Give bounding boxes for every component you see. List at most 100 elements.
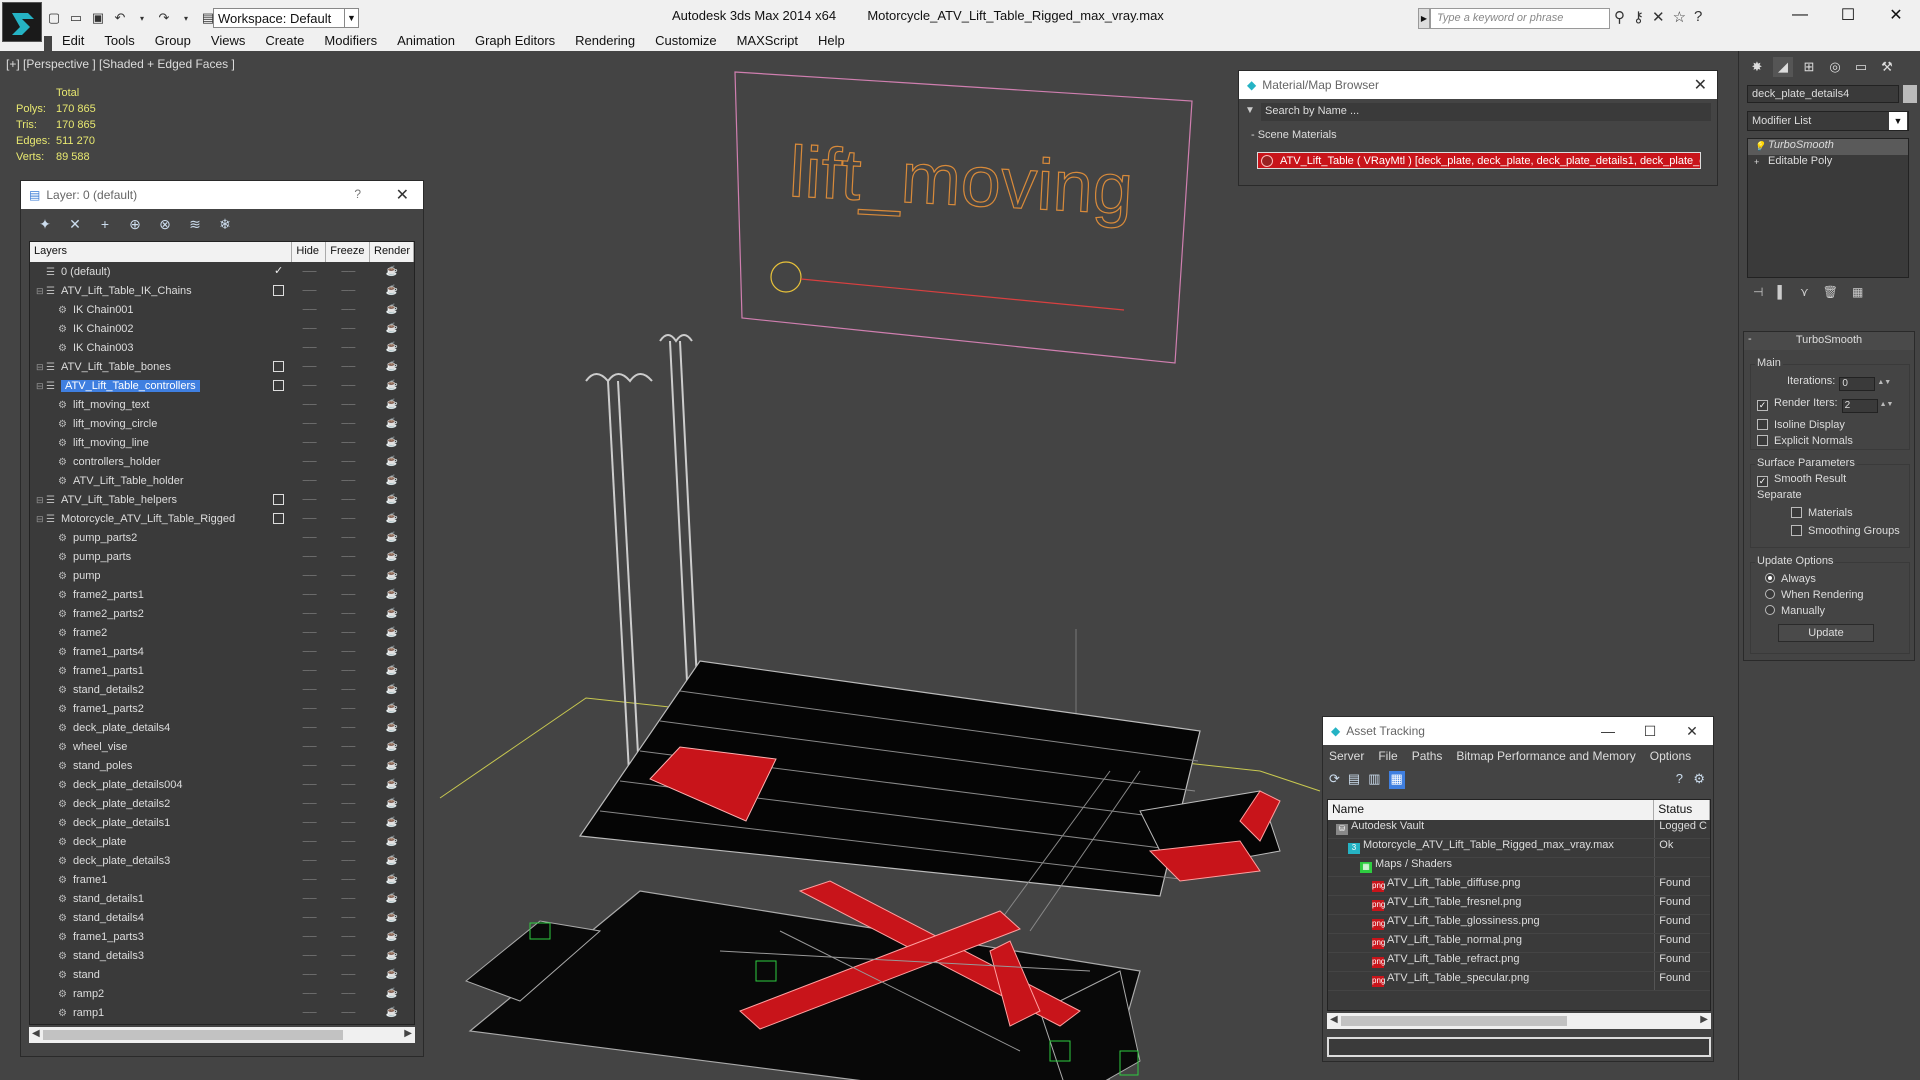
- hide-toggle[interactable]: ——: [293, 705, 327, 712]
- app-logo-icon[interactable]: [2, 2, 42, 42]
- hide-toggle[interactable]: ——: [293, 629, 327, 636]
- object-row[interactable]: ⚙ stand_details4 —— —— ☕: [30, 908, 414, 927]
- asset-row[interactable]: png ATV_Lift_Table_normal.png Found: [1328, 934, 1710, 953]
- menu-views[interactable]: Views: [201, 31, 255, 51]
- render-toggle-icon[interactable]: ☕: [370, 475, 414, 486]
- active-layer-check-icon[interactable]: ✓: [274, 264, 283, 277]
- render-toggle-icon[interactable]: ☕: [370, 836, 414, 847]
- object-row[interactable]: ⚙ stand_poles —— —— ☕: [30, 756, 414, 775]
- redo-icon[interactable]: ↷: [154, 8, 174, 28]
- close-icon[interactable]: ✕: [1872, 0, 1920, 30]
- freeze-toggle[interactable]: ——: [327, 325, 371, 332]
- manually-radio[interactable]: [1765, 605, 1775, 615]
- workspace-dropdown[interactable]: Workspace: Default: [213, 8, 359, 28]
- object-row[interactable]: ⚙ frame2_parts2 —— —— ☕: [30, 604, 414, 623]
- hierarchy-tab-icon[interactable]: ⊞: [1799, 57, 1819, 77]
- freeze-toggle[interactable]: ——: [327, 1009, 371, 1016]
- maximize-icon[interactable]: ☐: [1824, 0, 1872, 30]
- render-toggle-icon[interactable]: ☕: [370, 950, 414, 961]
- object-row[interactable]: ⚙ IK Chain003 —— —— ☕: [30, 338, 414, 357]
- render-toggle-icon[interactable]: ☕: [370, 798, 414, 809]
- explicit-normals-checkbox[interactable]: [1757, 435, 1768, 446]
- hide-all-icon[interactable]: ≋: [185, 214, 205, 234]
- settings-icon[interactable]: ⚙: [1693, 771, 1705, 787]
- object-row[interactable]: ⚙ lift_moving_circle —— —— ☕: [30, 414, 414, 433]
- object-row[interactable]: ⚙ frame2 —— —— ☕: [30, 623, 414, 642]
- manually-row[interactable]: Manually: [1765, 605, 1825, 617]
- render-toggle-icon[interactable]: ☕: [370, 988, 414, 999]
- object-row[interactable]: ⚙ ramp2 —— —— ☕: [30, 984, 414, 1003]
- help-icon[interactable]: ?: [1676, 771, 1683, 786]
- menu-edit[interactable]: Edit: [52, 31, 94, 51]
- horizontal-scrollbar[interactable]: ◀ ▶: [1327, 1013, 1711, 1029]
- explicit-normals-row[interactable]: Explicit Normals: [1757, 435, 1853, 447]
- when-rendering-radio[interactable]: [1765, 589, 1775, 599]
- open-file-icon[interactable]: ▭: [66, 8, 86, 28]
- hide-toggle[interactable]: ——: [293, 553, 327, 560]
- iterations-spinner[interactable]: 0: [1839, 377, 1876, 391]
- render-toggle-icon[interactable]: ☕: [370, 874, 414, 885]
- menu-rendering[interactable]: Rendering: [565, 31, 645, 51]
- tree-view-icon[interactable]: ▥: [1368, 771, 1380, 789]
- scroll-right-icon[interactable]: ▶: [404, 1028, 412, 1039]
- freeze-toggle[interactable]: ——: [327, 553, 371, 560]
- chevron-down-icon[interactable]: ▼: [1889, 112, 1907, 130]
- object-row[interactable]: ⚙ frame2_parts1 —— —— ☕: [30, 585, 414, 604]
- hide-toggle[interactable]: ——: [293, 743, 327, 750]
- save-file-icon[interactable]: ▣: [88, 8, 108, 28]
- maximize-icon[interactable]: ☐: [1629, 717, 1671, 745]
- materials-checkbox[interactable]: [1791, 507, 1802, 518]
- render-iters-spinner[interactable]: 2: [1841, 399, 1878, 413]
- render-toggle-icon[interactable]: ☕: [370, 570, 414, 581]
- freeze-toggle[interactable]: ——: [327, 572, 371, 579]
- scrollbar-thumb[interactable]: [1341, 1016, 1567, 1026]
- hide-toggle[interactable]: ——: [293, 496, 327, 503]
- render-toggle-icon[interactable]: ☕: [370, 380, 414, 391]
- hide-toggle[interactable]: ——: [293, 1009, 327, 1016]
- freeze-toggle[interactable]: ——: [327, 686, 371, 693]
- render-toggle-icon[interactable]: ☕: [370, 1007, 414, 1018]
- object-row[interactable]: ⚙ pump_parts —— —— ☕: [30, 547, 414, 566]
- hide-toggle[interactable]: ——: [293, 420, 327, 427]
- render-toggle-icon[interactable]: ☕: [370, 456, 414, 467]
- smoothing-groups-row[interactable]: Smoothing Groups: [1791, 525, 1900, 537]
- asset-row[interactable]: png ATV_Lift_Table_fresnel.png Found: [1328, 896, 1710, 915]
- undo-dropdown-icon[interactable]: ▾: [132, 8, 152, 28]
- column-name[interactable]: Name: [1328, 800, 1655, 820]
- render-toggle-icon[interactable]: ☕: [370, 703, 414, 714]
- add-to-layer-icon[interactable]: +: [95, 214, 115, 234]
- list-view-icon[interactable]: ▤: [1348, 771, 1360, 789]
- menu-maxscript[interactable]: MAXScript: [727, 31, 808, 51]
- render-toggle-icon[interactable]: ☕: [370, 855, 414, 866]
- stack-item-editable-poly[interactable]: + Editable Poly: [1748, 155, 1908, 171]
- hide-toggle[interactable]: ——: [293, 914, 327, 921]
- object-row[interactable]: ⚙ ATV_Lift_Table_holder —— —— ☕: [30, 471, 414, 490]
- hide-toggle[interactable]: ——: [293, 990, 327, 997]
- object-row[interactable]: ⚙ wheel_vise —— —— ☕: [30, 737, 414, 756]
- render-toggle-icon[interactable]: ☕: [370, 361, 414, 372]
- layer-row[interactable]: ⊟ ☰ ATV_Lift_Table_helpers —— —— ☕: [30, 490, 414, 509]
- highlight-layer-icon[interactable]: ⊗: [155, 214, 175, 234]
- key-icon[interactable]: ⚷: [1633, 8, 1644, 26]
- hide-toggle[interactable]: ——: [293, 724, 327, 731]
- hide-toggle[interactable]: ——: [293, 686, 327, 693]
- freeze-toggle[interactable]: ——: [327, 591, 371, 598]
- render-toggle-icon[interactable]: ☕: [370, 323, 414, 334]
- freeze-toggle[interactable]: ——: [327, 667, 371, 674]
- object-name-field[interactable]: deck_plate_details4: [1747, 85, 1899, 103]
- asset-row[interactable]: 3 Motorcycle_ATV_Lift_Table_Rigged_max_vr…: [1328, 839, 1710, 858]
- render-toggle-icon[interactable]: ☕: [370, 513, 414, 524]
- hide-toggle[interactable]: ——: [293, 572, 327, 579]
- render-toggle-icon[interactable]: ☕: [370, 437, 414, 448]
- render-toggle-icon[interactable]: ☕: [370, 608, 414, 619]
- modify-tab-icon[interactable]: ◢: [1773, 57, 1793, 77]
- object-row[interactable]: ⚙ controllers_holder —— —— ☕: [30, 452, 414, 471]
- stack-item-turbosmooth[interactable]: 💡 TurboSmooth: [1748, 139, 1908, 155]
- hide-toggle[interactable]: ——: [293, 439, 327, 446]
- asset-menu-paths[interactable]: Paths: [1412, 749, 1443, 763]
- menu-modifiers[interactable]: Modifiers: [314, 31, 387, 51]
- freeze-toggle[interactable]: ——: [327, 648, 371, 655]
- motion-tab-icon[interactable]: ◎: [1825, 57, 1845, 77]
- search-expand-icon[interactable]: ▶: [1418, 8, 1430, 29]
- render-toggle-icon[interactable]: ☕: [370, 760, 414, 771]
